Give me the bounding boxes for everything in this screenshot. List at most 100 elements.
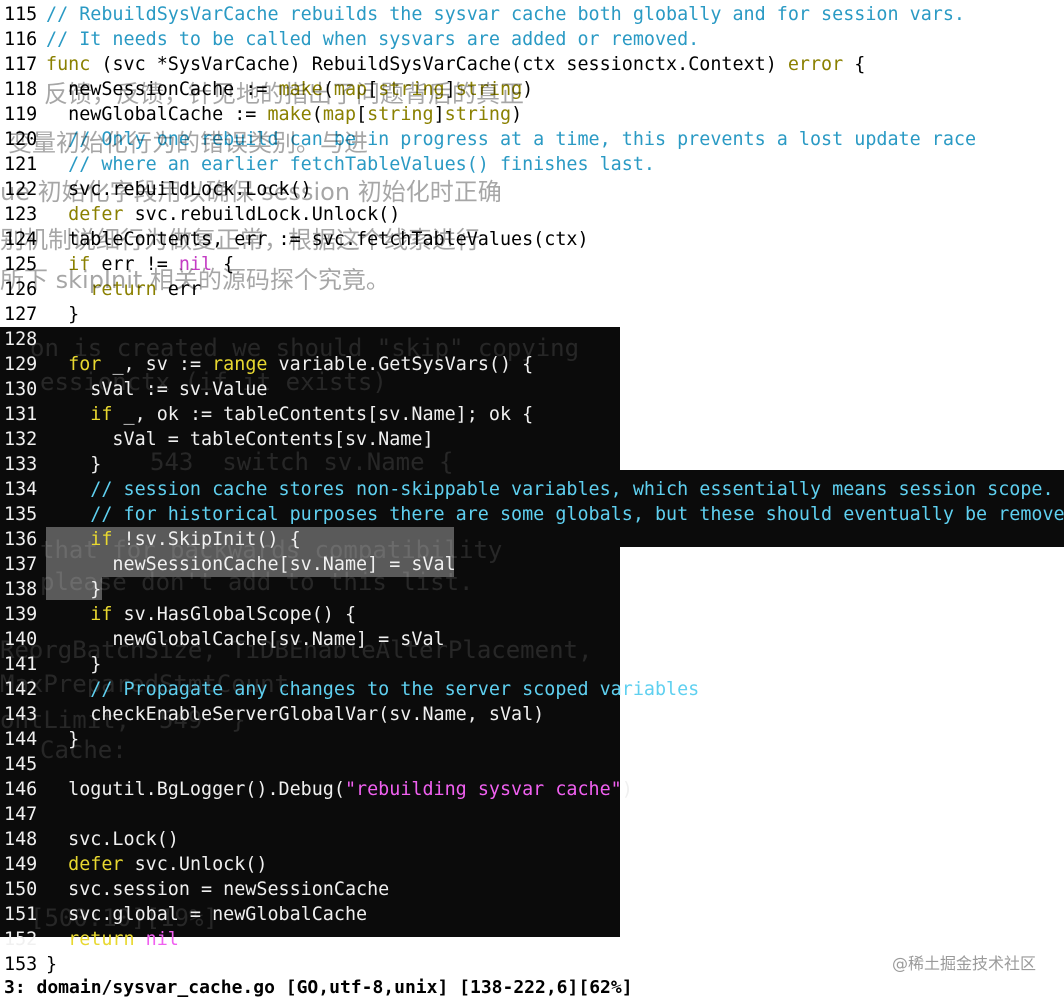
code-text: } <box>46 302 79 327</box>
line-number: 128 <box>4 329 38 350</box>
code-text: // It needs to be called when sysvars ar… <box>46 27 699 52</box>
code-line[interactable]: 139 if sv.HasGlobalScope() { <box>0 602 1064 627</box>
code-line[interactable]: 141 } <box>0 652 1064 677</box>
code-line[interactable]: 143 checkEnableServerGlobalVar(sv.Name, … <box>0 702 1064 727</box>
code-token: } <box>46 954 58 975</box>
watermark: @稀土掘金技术社区 <box>891 954 1036 973</box>
code-line[interactable]: 148 svc.Lock() <box>0 827 1064 852</box>
code-token: string <box>455 79 523 100</box>
line-number: 150 <box>4 879 38 900</box>
code-token: variable.GetSysVars() { <box>267 354 534 375</box>
code-line[interactable]: 147 <box>0 802 1064 827</box>
code-text: // for historical purposes there are som… <box>46 502 1064 527</box>
code-line[interactable]: 152 return nil <box>0 927 1064 952</box>
code-token: newGlobalCache := <box>46 104 268 125</box>
line-number: 134 <box>4 479 38 500</box>
code-token: sVal = tableContents[sv.Name] <box>46 429 434 450</box>
line-number: 136 <box>4 529 38 550</box>
code-line[interactable]: 132 sVal = tableContents[sv.Name] <box>0 427 1064 452</box>
code-line[interactable]: 151 svc.global = newGlobalCache <box>0 902 1064 927</box>
code-line[interactable]: 125 if err != nil { <box>0 252 1064 277</box>
code-token: } <box>46 454 102 475</box>
line-number: 115 <box>4 4 38 25</box>
code-text: defer svc.Unlock() <box>46 852 267 877</box>
code-token: ] <box>444 79 456 100</box>
code-text: sVal = tableContents[sv.Name] <box>46 427 434 452</box>
code-token: // Propagate any changes to the server s… <box>46 679 700 700</box>
code-line[interactable]: 130 sVal := sv.Value <box>0 377 1064 402</box>
code-line[interactable]: 149 defer svc.Unlock() <box>0 852 1064 877</box>
code-text: logutil.BgLogger().Debug("rebuilding sys… <box>46 777 633 802</box>
code-token: nil <box>178 254 213 275</box>
code-line[interactable]: 116 // It needs to be called when sysvars… <box>0 27 1064 52</box>
line-number: 119 <box>4 104 38 125</box>
code-text: // Only one rebuild can be in progress a… <box>46 127 976 152</box>
code-text: svc.session = newSessionCache <box>46 877 389 902</box>
code-token: ) <box>522 79 534 100</box>
code-token: svc.Lock() <box>46 829 179 850</box>
code-line[interactable]: 115 // RebuildSysVarCache rebuilds the sy… <box>0 2 1064 27</box>
code-line[interactable]: 138 } <box>0 577 1064 602</box>
code-text: } <box>46 452 101 477</box>
code-line[interactable]: 146 logutil.BgLogger().Debug("rebuilding… <box>0 777 1064 802</box>
code-token: newSessionCache[sv.Name] = sVal <box>46 554 456 575</box>
code-line[interactable]: 117 func (svc *SysVarCache) RebuildSysVar… <box>0 52 1064 77</box>
code-token: } <box>46 729 80 750</box>
code-line[interactable]: 128 <box>0 327 1064 352</box>
line-number: 131 <box>4 404 38 425</box>
code-token: // session cache stores non-skippable va… <box>46 479 1054 500</box>
code-text: } <box>46 652 101 677</box>
code-line[interactable]: 126 return err <box>0 277 1064 302</box>
code-line[interactable]: 140 newGlobalCache[sv.Name] = sVal <box>0 627 1064 652</box>
line-number: 123 <box>4 204 38 225</box>
code-line[interactable]: 150 svc.session = newSessionCache <box>0 877 1064 902</box>
code-token: sVal := sv.Value <box>46 379 268 400</box>
code-line[interactable]: 120 // Only one rebuild can be in progre… <box>0 127 1064 152</box>
code-line[interactable]: 121 // where an earlier fetchTableValues… <box>0 152 1064 177</box>
code-line[interactable]: 134 // session cache stores non-skippabl… <box>0 477 1064 502</box>
code-line[interactable]: 119 newGlobalCache := make(map[string]st… <box>0 102 1064 127</box>
code-token: svc.rebuildLock.Lock() <box>46 179 312 200</box>
code-line[interactable]: 118 newSessionCache := make(map[string]s… <box>0 77 1064 102</box>
code-text: newSessionCache := make(map[string]strin… <box>46 77 533 102</box>
code-line[interactable]: 136 if !sv.SkipInit() { <box>0 527 1064 552</box>
code-token: if <box>46 604 113 625</box>
code-line[interactable]: 122 svc.rebuildLock.Lock() <box>0 177 1064 202</box>
code-token: // It needs to be called when sysvars ar… <box>46 29 700 50</box>
code-line[interactable]: 131 if _, ok := tableContents[sv.Name]; … <box>0 402 1064 427</box>
code-text: } <box>46 577 101 602</box>
code-line[interactable]: 135 // for historical purposes there are… <box>0 502 1064 527</box>
code-token: make <box>267 104 312 125</box>
code-line[interactable]: 129 for _, sv := range variable.GetSysVa… <box>0 352 1064 377</box>
code-line[interactable]: 124 tableContents, err := svc.fetchTable… <box>0 227 1064 252</box>
code-line[interactable]: 133 } <box>0 452 1064 477</box>
line-number: 122 <box>4 179 38 200</box>
code-line[interactable]: 137 newSessionCache[sv.Name] = sVal <box>0 552 1064 577</box>
code-token: defer <box>46 204 124 225</box>
code-token: // Only one rebuild can be in progress a… <box>46 129 977 150</box>
code-editor[interactable]: 115 // RebuildSysVarCache rebuilds the sy… <box>0 2 1064 977</box>
code-token: _, sv := <box>101 354 213 375</box>
code-token: make <box>278 79 323 100</box>
code-token: if <box>46 254 91 275</box>
line-number: 152 <box>4 929 38 950</box>
code-line[interactable]: 145 <box>0 752 1064 777</box>
code-line[interactable]: 127 } <box>0 302 1064 327</box>
code-token: checkEnableServerGlobalVar(sv.Name, sVal… <box>46 704 545 725</box>
code-line[interactable]: 123 defer svc.rebuildLock.Unlock() <box>0 202 1064 227</box>
line-number: 117 <box>4 54 38 75</box>
code-token: _, ok := tableContents[sv.Name]; ok { <box>112 404 534 425</box>
line-number: 142 <box>4 679 38 700</box>
line-number: 130 <box>4 379 38 400</box>
code-token: newGlobalCache[sv.Name] = sVal <box>46 629 445 650</box>
code-line[interactable]: 144 } <box>0 727 1064 752</box>
code-line[interactable]: 142 // Propagate any changes to the serv… <box>0 677 1064 702</box>
code-token: newSessionCache := <box>46 79 279 100</box>
line-number: 135 <box>4 504 38 525</box>
code-text: newGlobalCache[sv.Name] = sVal <box>46 627 445 652</box>
line-number: 140 <box>4 629 38 650</box>
code-text: } <box>46 727 79 752</box>
code-token: err <box>156 279 202 300</box>
code-text: svc.global = newGlobalCache <box>46 902 367 927</box>
